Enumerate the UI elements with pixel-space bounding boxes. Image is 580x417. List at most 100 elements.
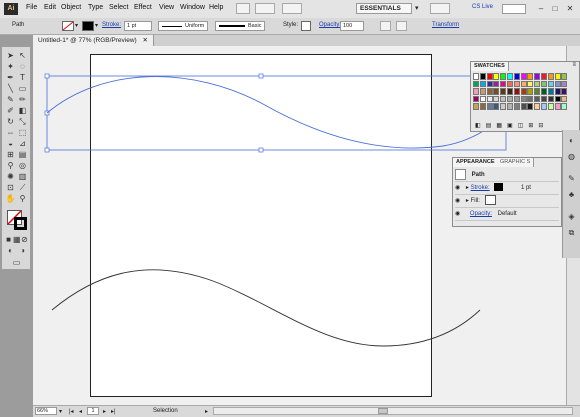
swatch-cell[interactable] <box>473 80 479 87</box>
paintbrush-tool-icon[interactable]: ✎ <box>5 95 16 105</box>
slice-tool-icon[interactable]: ⟋ <box>17 183 28 193</box>
swatch-cell[interactable] <box>486 103 493 110</box>
swatch-cell[interactable] <box>513 95 520 102</box>
shape-builder-tool-icon[interactable]: ◒ <box>5 139 16 149</box>
swatch-cell[interactable] <box>513 80 520 87</box>
graphic-styles-tab[interactable]: GRAPHIC S <box>497 158 535 167</box>
lasso-tool-icon[interactable]: ◌ <box>17 62 28 72</box>
status-text[interactable]: Selection <box>153 408 178 414</box>
gradient-tool-icon[interactable]: ▤ <box>17 150 28 160</box>
chevron-down-icon[interactable]: ▾ <box>59 408 62 415</box>
selected-wave-path[interactable] <box>46 76 507 149</box>
appearance-opacity-row[interactable]: ◉ Opacity: Default <box>455 208 559 221</box>
menu-select[interactable]: Select <box>109 4 128 11</box>
align-icon[interactable] <box>396 21 407 31</box>
swatch-cell[interactable] <box>479 73 486 80</box>
menu-type[interactable]: Type <box>88 4 103 11</box>
swatch-cell[interactable] <box>541 73 547 80</box>
zoom-tool-icon[interactable]: ⚲ <box>17 194 28 204</box>
appearance-object-row[interactable]: Path <box>455 169 559 182</box>
zoom-field[interactable]: 66% <box>35 407 57 415</box>
stroke-color-swatch[interactable] <box>494 183 504 192</box>
menu-edit[interactable]: Edit <box>44 4 56 11</box>
swatch-cell[interactable] <box>513 73 520 80</box>
swatch-cell[interactable] <box>561 103 568 110</box>
swatch-cell[interactable] <box>520 88 527 95</box>
none-mode-icon[interactable]: ⊘ <box>21 235 28 245</box>
direct-selection-tool-icon[interactable]: ↖ <box>17 51 28 61</box>
bbox-handle-bottom-middle[interactable] <box>258 147 264 153</box>
opacity-link[interactable]: Opacity: <box>319 22 341 28</box>
gradient-mode-icon[interactable]: ▦ <box>13 235 21 245</box>
cs-live-link[interactable]: CS Live <box>472 4 493 10</box>
swatch-cell[interactable] <box>527 88 534 95</box>
swatch-cell[interactable] <box>473 88 479 95</box>
swatch-cell[interactable] <box>534 80 541 87</box>
opacity-field[interactable]: 100 <box>340 21 364 31</box>
panel-menu-icon[interactable]: ≡ <box>572 62 576 68</box>
pencil-tool-icon[interactable]: ✏ <box>17 95 28 105</box>
swatch-cell[interactable] <box>493 80 500 87</box>
close-icon[interactable]: ✕ <box>565 4 575 13</box>
workspace-layout-button[interactable] <box>282 3 302 14</box>
swatch-cell[interactable] <box>493 103 500 110</box>
swatch-cell[interactable] <box>527 73 534 80</box>
swatch-cell[interactable] <box>473 95 479 102</box>
swatch-cell[interactable] <box>493 73 500 80</box>
pen-tool-icon[interactable]: ✒ <box>5 73 16 83</box>
artboards-panel-icon[interactable]: ⧉ <box>566 228 577 238</box>
search-help-icon[interactable] <box>430 3 450 14</box>
menu-object[interactable]: Object <box>61 4 81 11</box>
swatch-cell[interactable] <box>541 88 547 95</box>
bridge-button[interactable] <box>236 3 250 14</box>
eye-icon[interactable]: ◉ <box>455 185 460 191</box>
swatch-cell[interactable] <box>541 103 547 110</box>
swatch-cell[interactable] <box>479 80 486 87</box>
workspace-switcher[interactable]: ESSENTIALS <box>356 3 412 14</box>
bbox-handle-top-left[interactable] <box>44 73 50 79</box>
swatch-cell[interactable] <box>500 95 507 102</box>
graphic-style-swatch[interactable] <box>301 21 311 31</box>
swatch-cell[interactable] <box>554 88 561 95</box>
bbox-handle-top-middle[interactable] <box>258 73 264 79</box>
perspective-grid-tool-icon[interactable]: ⊿ <box>17 139 28 149</box>
next-artboard-icon[interactable]: ▸ <box>103 408 106 415</box>
swatch-cell[interactable] <box>493 88 500 95</box>
swatch-cell[interactable] <box>534 103 541 110</box>
swatch-cell[interactable] <box>561 95 568 102</box>
scale-tool-icon[interactable]: ⤡ <box>17 117 28 127</box>
symbols-panel-icon[interactable]: ♣ <box>566 190 577 200</box>
swatch-cell[interactable] <box>507 80 513 87</box>
swatch-cell[interactable] <box>527 103 534 110</box>
swatch-cell[interactable] <box>507 73 513 80</box>
screen-mode-icon[interactable]: ▭ <box>11 258 22 268</box>
magic-wand-tool-icon[interactable]: ✦ <box>5 62 16 72</box>
appearance-stroke-row[interactable]: ◉ ▸ Stroke: 1 pt <box>455 182 559 195</box>
swatch-cell[interactable] <box>486 88 493 95</box>
expand-arrow-icon[interactable]: ▸ <box>466 198 469 204</box>
stroke-swatch[interactable] <box>82 21 94 31</box>
swatch-cell[interactable] <box>479 103 486 110</box>
swatch-cell[interactable] <box>513 88 520 95</box>
last-artboard-icon[interactable]: ▸| <box>111 408 116 415</box>
color-guide-icon[interactable]: ◍ <box>566 152 577 162</box>
horizontal-scrollbar[interactable] <box>213 407 573 415</box>
free-transform-tool-icon[interactable]: ⬚ <box>17 128 28 138</box>
swatch-cell[interactable] <box>479 88 486 95</box>
swatch-cell[interactable] <box>486 73 493 80</box>
fill-none-swatch[interactable] <box>484 195 496 206</box>
fill-none-swatch[interactable] <box>62 21 74 31</box>
close-tab-icon[interactable]: ✕ <box>143 37 148 44</box>
swatches-tab[interactable]: SWATCHES <box>471 62 509 71</box>
mesh-tool-icon[interactable]: ⊞ <box>5 150 16 160</box>
bbox-handle-bottom-left[interactable] <box>44 147 50 153</box>
swatch-cell[interactable] <box>473 73 479 80</box>
menu-window[interactable]: Window <box>180 4 205 11</box>
swatch-cell[interactable] <box>473 103 479 110</box>
eyedropper-tool-icon[interactable]: ⚲ <box>5 161 16 171</box>
swatch-cell[interactable] <box>554 73 561 80</box>
first-artboard-icon[interactable]: |◂ <box>69 408 74 415</box>
swatch-cell[interactable] <box>534 88 541 95</box>
menu-effect[interactable]: Effect <box>134 4 152 11</box>
stroke-swatch[interactable] <box>14 217 27 230</box>
